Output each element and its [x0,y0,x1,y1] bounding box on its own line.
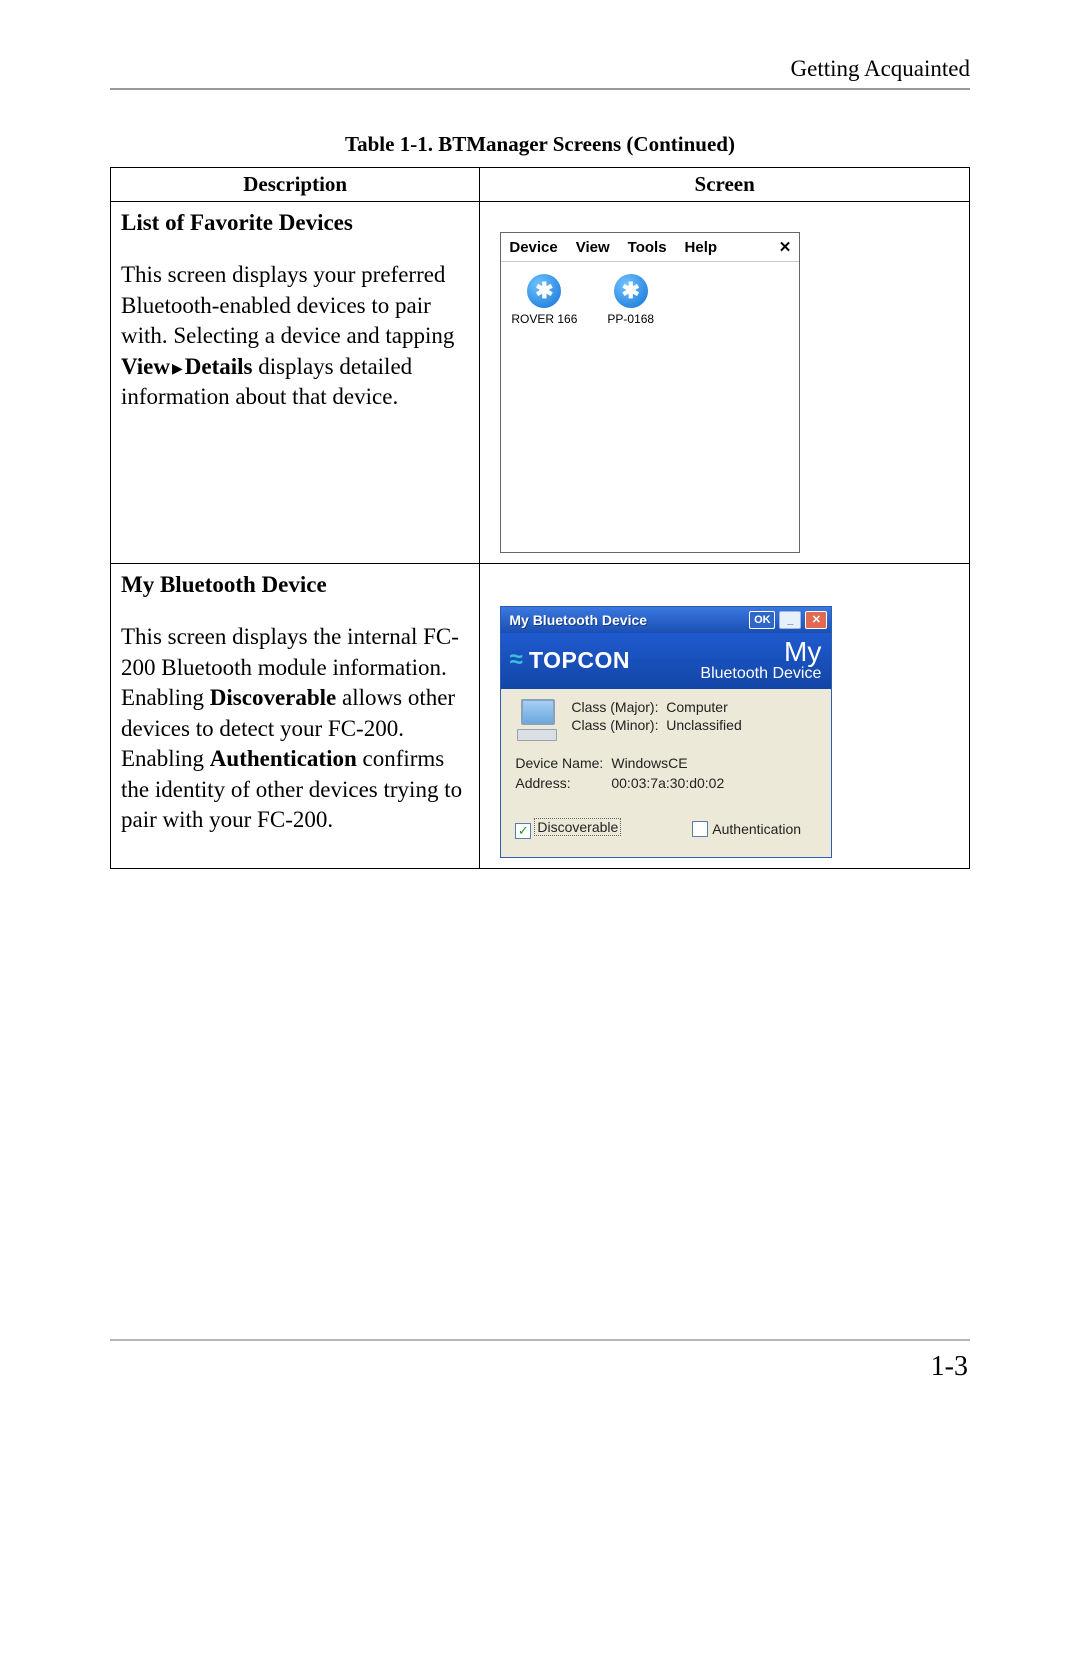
address-value: 00:03:7a:30:d0:02 [611,775,817,791]
minimize-button[interactable]: _ [779,611,801,629]
close-button[interactable]: ✕ [805,611,827,629]
checkbox-icon [692,821,708,837]
row2-description: This screen displays the internal FC-200… [121,622,469,836]
window-banner: ≈ TOPCON My Bluetooth Device [501,633,831,689]
row1-description: This screen displays your preferred Blue… [121,260,469,413]
device-name-value: WindowsCE [611,755,817,771]
running-head: Getting Acquainted [110,56,970,82]
bluetooth-icon: ✱ [614,274,648,308]
row2-title: My Bluetooth Device [121,572,469,598]
table-row: List of Favorite Devices This screen dis… [111,202,970,564]
table-caption: Table 1-1. BTManager Screens (Continued) [110,132,970,157]
page-number: 1-3 [110,1351,970,1383]
authentication-label: Authentication [712,821,801,837]
menu-device[interactable]: Device [509,239,557,256]
table-row: My Bluetooth Device This screen displays… [111,564,970,869]
brand-logo-icon: ≈ [509,652,523,669]
favorites-menubar: Device View Tools Help ✕ [501,233,799,262]
brand: ≈ TOPCON [509,647,630,674]
menu-view[interactable]: View [576,239,610,256]
favorite-label: ROVER 166 [511,312,577,326]
btmanager-table: Description Screen List of Favorite Devi… [110,167,970,869]
top-rule [110,88,970,90]
titlebar-text: My Bluetooth Device [505,612,745,628]
discoverable-checkbox[interactable]: ✓Discoverable [515,819,620,839]
computer-icon [515,699,559,741]
bluetooth-icon: ✱ [527,274,561,308]
class-info: Class (Major): Computer Class (Minor): U… [571,699,741,735]
menu-tools[interactable]: Tools [628,239,667,256]
col-description: Description [111,168,480,202]
triangle-icon: ▶ [172,361,183,380]
ok-button[interactable]: OK [749,611,775,629]
close-icon[interactable]: ✕ [779,238,792,256]
device-properties: Device Name: WindowsCE Address: 00:03:7a… [515,755,817,791]
checkbox-icon: ✓ [515,823,531,839]
authentication-checkbox[interactable]: Authentication [692,821,801,837]
banner-title: My Bluetooth Device [700,637,821,683]
brand-text: TOPCON [529,647,630,674]
device-name-label: Device Name: [515,755,611,771]
address-label: Address: [515,775,611,791]
window-titlebar: My Bluetooth Device OK _ ✕ [501,607,831,633]
favorite-device-2[interactable]: ✱ PP-0168 [607,274,654,326]
footer-rule [110,1339,970,1341]
favorite-device-1[interactable]: ✱ ROVER 166 [511,274,577,326]
row1-title: List of Favorite Devices [121,210,469,236]
menu-help[interactable]: Help [685,239,718,256]
discoverable-label: Discoverable [535,819,620,835]
favorite-label: PP-0168 [607,312,654,326]
my-bluetooth-window: My Bluetooth Device OK _ ✕ ≈ TOPCON [500,606,832,858]
col-screen: Screen [480,168,970,202]
favorites-body: ✱ ROVER 166 ✱ PP-0168 [501,262,799,552]
favorites-window: Device View Tools Help ✕ ✱ ROVER 166 [500,232,800,553]
